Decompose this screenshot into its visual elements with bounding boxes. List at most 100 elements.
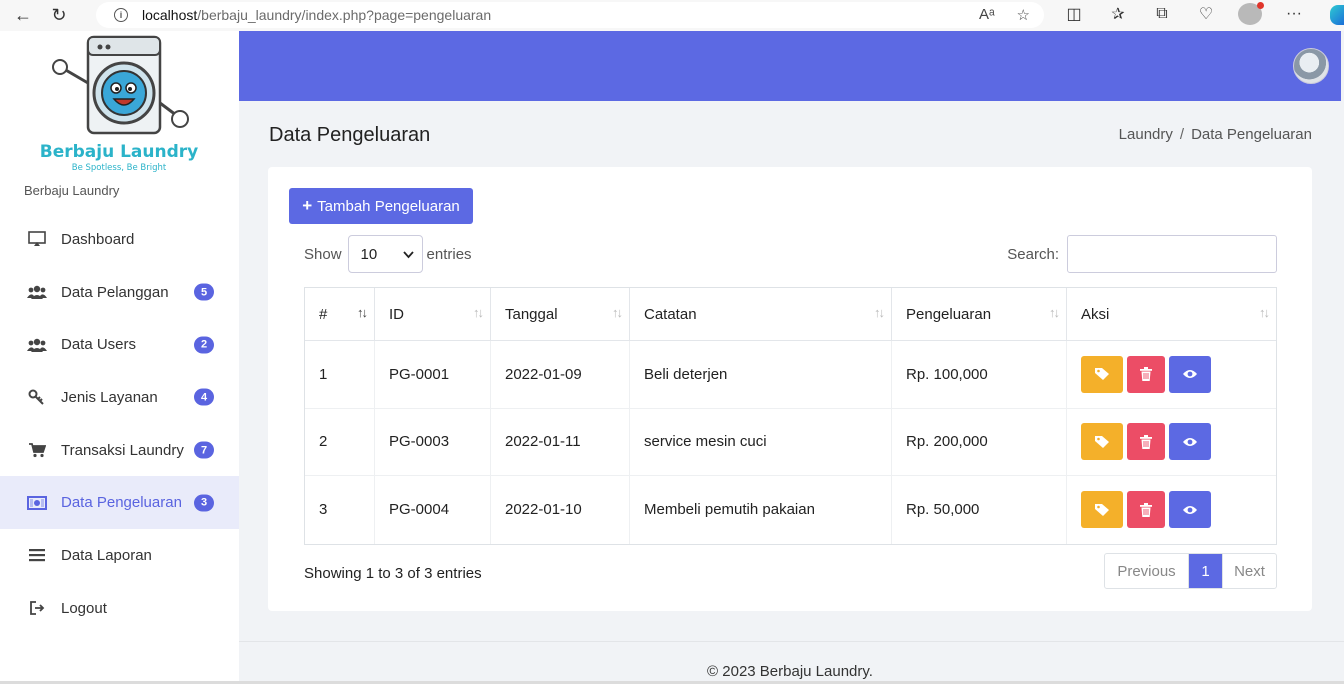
avatar[interactable] (1293, 48, 1329, 84)
chevron-down-icon (402, 246, 414, 263)
search-control: Search: (1007, 235, 1277, 273)
trash-icon (1140, 367, 1152, 382)
page-1-button[interactable]: 1 (1189, 554, 1222, 588)
sidebar-item-data-pengeluaran[interactable]: Data Pengeluaran 3 (0, 476, 239, 530)
logout-icon (26, 600, 48, 616)
edit-button[interactable] (1081, 491, 1123, 529)
sort-icon: ↑↓ (473, 305, 484, 320)
edit-button[interactable] (1081, 355, 1123, 393)
cell-catatan: Beli deterjen (630, 341, 892, 409)
eye-icon (1183, 505, 1197, 514)
entries-length-control: Show 10 entries (304, 235, 472, 273)
column-header-pengeluaran[interactable]: Pengeluaran ↑↓ (892, 288, 1067, 341)
cell-no: 1 (305, 341, 375, 409)
read-aloud-icon[interactable]: Aᵃ (979, 6, 995, 24)
sort-icon: ↑↓ (1259, 305, 1270, 320)
sidebar-item-logout[interactable]: Logout (0, 582, 239, 635)
breadcrumb-current: Data Pengeluaran (1191, 126, 1312, 143)
show-label: Show (304, 245, 342, 263)
sort-icon: ↑↓ (612, 305, 623, 320)
entries-label: entries (426, 245, 472, 263)
sidebar-item-label: Data Users (61, 336, 137, 354)
sidebar: Berbaju Laundry Be Spotless, Be Bright B… (0, 31, 239, 684)
cell-catatan: service mesin cuci (630, 408, 892, 476)
column-header-catatan[interactable]: Catatan ↑↓ (630, 288, 892, 341)
breadcrumb: Laundry / Data Pengeluaran (1119, 126, 1312, 143)
favorite-star-icon[interactable]: ☆ (1017, 6, 1030, 24)
cell-aksi (1067, 409, 1276, 476)
refresh-icon[interactable]: ↻ (44, 3, 74, 29)
sidebar-menu: Dashboard Data Pelanggan 5 Data Users 2 … (0, 213, 239, 635)
cell-no: 2 (305, 408, 375, 476)
tag-icon (1095, 368, 1109, 381)
view-button[interactable] (1169, 355, 1211, 393)
cart-icon (26, 442, 48, 458)
favorites-icon[interactable]: ✰ (1106, 4, 1130, 24)
url-host: localhost (142, 7, 198, 23)
users-icon (26, 338, 48, 352)
count-badge: 4 (194, 388, 214, 406)
search-input[interactable] (1067, 235, 1277, 273)
column-header-tanggal[interactable]: Tanggal ↑↓ (491, 288, 630, 341)
search-label: Search: (1007, 245, 1059, 263)
add-expense-button[interactable]: + Tambah Pengeluaran (289, 188, 473, 224)
profile-icon[interactable] (1238, 2, 1264, 25)
site-info-icon[interactable]: i (114, 8, 128, 22)
cell-catatan: Membeli pemutih pakaian (630, 476, 892, 544)
sidebar-item-transaksi-laundry[interactable]: Transaksi Laundry 7 (0, 424, 239, 477)
breadcrumb-link-laundry[interactable]: Laundry (1119, 126, 1173, 143)
column-header-no[interactable]: # ↑↓ (305, 288, 375, 341)
entries-select[interactable]: 10 (347, 235, 423, 273)
sidebar-item-data-users[interactable]: Data Users 2 (0, 318, 239, 371)
column-header-id[interactable]: ID ↑↓ (375, 288, 491, 341)
cell-aksi (1067, 476, 1276, 544)
table-info: Showing 1 to 3 of 3 entries (304, 565, 482, 582)
table-header-row: # ↑↓ ID ↑↓ Tanggal ↑↓ Catatan ↑↓ Pengeluaran… (305, 288, 1276, 341)
view-button[interactable] (1169, 423, 1211, 461)
count-badge: 3 (194, 494, 214, 512)
next-page-button[interactable]: Next (1222, 554, 1276, 588)
pagination: Previous 1 Next (1104, 553, 1277, 589)
copilot-icon[interactable] (1330, 5, 1344, 25)
cell-tanggal: 2022-01-11 (491, 408, 630, 476)
delete-button[interactable] (1127, 423, 1165, 461)
sidebar-item-label: Jenis Layanan (61, 388, 158, 406)
sidebar-item-jenis-layanan[interactable]: Jenis Layanan 4 (0, 371, 239, 424)
delete-button[interactable] (1127, 355, 1165, 393)
cell-tanggal: 2022-01-10 (491, 476, 630, 544)
view-button[interactable] (1169, 491, 1211, 529)
browser-essentials-icon[interactable]: ♡ (1194, 4, 1218, 24)
sidebar-item-label: Dashboard (61, 230, 135, 248)
cell-id: PG-0003 (375, 408, 491, 476)
content-card: + Tambah Pengeluaran Show 10 entries Sea… (268, 167, 1312, 611)
cell-pengeluaran: Rp. 50,000 (892, 476, 1067, 544)
logo-tagline: Be Spotless, Be Bright (72, 163, 167, 173)
money-icon (26, 495, 48, 510)
table-row: 3 PG-0004 2022-01-10 Membeli pemutih pak… (305, 476, 1276, 544)
cell-id: PG-0004 (375, 476, 491, 544)
expense-table: # ↑↓ ID ↑↓ Tanggal ↑↓ Catatan ↑↓ Pengeluaran… (304, 287, 1277, 545)
address-bar[interactable]: i localhost/berbaju_laundry/index.php?pa… (96, 2, 1044, 28)
trash-icon (1140, 502, 1152, 517)
sidebar-item-data-laporan[interactable]: Data Laporan (0, 529, 239, 582)
sidebar-item-dashboard[interactable]: Dashboard (0, 213, 239, 266)
more-options-icon[interactable]: ··· (1282, 5, 1306, 23)
breadcrumb-separator: / (1179, 126, 1185, 143)
previous-page-button[interactable]: Previous (1105, 554, 1189, 588)
sort-asc-icon: ↑↓ (357, 305, 368, 320)
users-icon (26, 285, 48, 300)
edit-button[interactable] (1081, 423, 1123, 461)
sidebar-item-label: Transaksi Laundry (61, 441, 184, 459)
split-screen-icon[interactable]: ◫ (1062, 4, 1086, 24)
menu-lines-icon (26, 548, 48, 562)
delete-button[interactable] (1127, 491, 1165, 529)
key-icon (26, 389, 48, 406)
sidebar-item-data-pelanggan[interactable]: Data Pelanggan 5 (0, 266, 239, 319)
collections-icon[interactable]: ⧉ (1150, 5, 1174, 23)
back-icon[interactable]: ← (8, 3, 38, 29)
add-expense-label: Tambah Pengeluaran (317, 197, 460, 215)
column-header-aksi[interactable]: Aksi ↑↓ (1067, 288, 1276, 341)
page-title: Data Pengeluaran (269, 124, 431, 146)
entries-value: 10 (360, 245, 378, 263)
top-navbar (239, 31, 1341, 101)
